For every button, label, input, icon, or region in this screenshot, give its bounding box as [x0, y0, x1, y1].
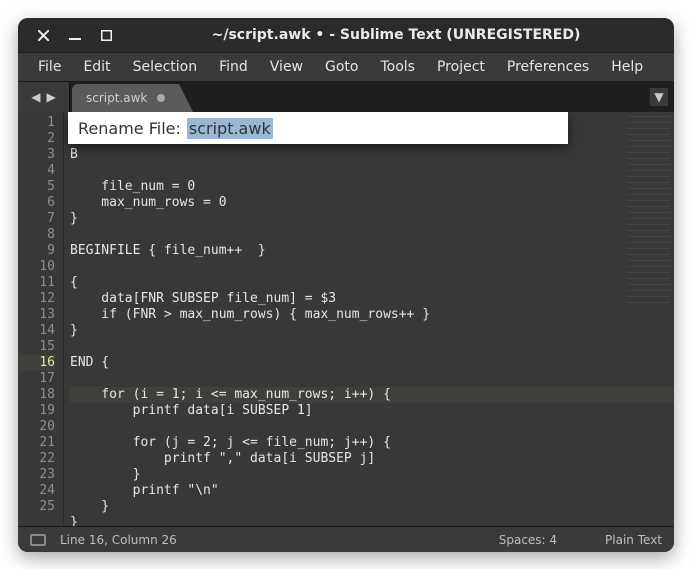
gutter-line-number: 15 [18, 339, 55, 355]
code-line[interactable]: END { [70, 355, 674, 371]
menu-project[interactable]: Project [427, 55, 495, 79]
nav-forward-icon[interactable]: ▶ [47, 90, 56, 104]
code-view[interactable]: B file_num = 0 max_num_rows = 0} BEGINFIL… [64, 112, 674, 526]
gutter-line-number: 9 [18, 243, 55, 259]
code-line[interactable]: { [70, 275, 674, 291]
code-line[interactable]: } [70, 211, 674, 227]
gutter-line-number: 20 [18, 419, 55, 435]
code-line[interactable]: } [70, 323, 674, 339]
code-line[interactable] [70, 259, 674, 275]
code-line[interactable]: } [70, 467, 674, 483]
gutter-line-number: 16 [18, 355, 55, 371]
panel-switcher-icon[interactable] [30, 534, 46, 546]
gutter-line-number: 8 [18, 227, 55, 243]
code-line[interactable]: for (i = 1; i <= max_num_rows; i++) { [70, 387, 674, 403]
tab-script-awk[interactable]: script.awk [72, 84, 179, 112]
rename-prompt-input[interactable]: script.awk [187, 118, 273, 139]
tab-label: script.awk [86, 91, 147, 105]
menu-help[interactable]: Help [601, 55, 653, 79]
code-line[interactable] [70, 163, 674, 179]
code-line[interactable] [70, 227, 674, 243]
code-line[interactable]: B [70, 147, 674, 163]
menu-preferences[interactable]: Preferences [497, 55, 599, 79]
code-line[interactable] [70, 419, 674, 435]
statusbar: Line 16, Column 26 Spaces: 4 Plain Text [18, 526, 674, 552]
menu-goto[interactable]: Goto [315, 55, 368, 79]
tab-dirty-indicator-icon [157, 94, 165, 102]
tabbar: ◀ ▶ script.awk ▼ [18, 82, 674, 112]
gutter: 1234567891011121314151617181920212223242… [18, 112, 64, 526]
gutter-line-number: 12 [18, 291, 55, 307]
status-syntax[interactable]: Plain Text [605, 533, 662, 547]
gutter-line-number: 10 [18, 259, 55, 275]
editor-area: 1234567891011121314151617181920212223242… [18, 112, 674, 526]
code-line[interactable]: } [70, 515, 674, 526]
menu-tools[interactable]: Tools [370, 55, 425, 79]
gutter-line-number: 7 [18, 211, 55, 227]
gutter-line-number: 19 [18, 403, 55, 419]
nav-arrows: ◀ ▶ [18, 82, 70, 112]
status-indentation[interactable]: Spaces: 4 [499, 533, 557, 547]
menu-selection[interactable]: Selection [123, 55, 208, 79]
code-line[interactable] [70, 371, 674, 387]
menu-edit[interactable]: Edit [73, 55, 120, 79]
gutter-line-number: 25 [18, 499, 55, 515]
minimize-icon[interactable] [69, 30, 81, 41]
code-line[interactable]: printf "\n" [70, 483, 674, 499]
code-line[interactable]: file_num = 0 [70, 179, 674, 195]
gutter-line-number: 1 [18, 115, 55, 131]
maximize-icon[interactable] [101, 30, 112, 41]
gutter-line-number: 21 [18, 435, 55, 451]
code-line[interactable] [70, 339, 674, 355]
nav-back-icon[interactable]: ◀ [31, 90, 40, 104]
code-line[interactable]: printf data[i SUBSEP 1] [70, 403, 674, 419]
close-icon[interactable] [38, 30, 49, 41]
gutter-line-number: 22 [18, 451, 55, 467]
gutter-line-number: 11 [18, 275, 55, 291]
app-window: ~/script.awk • - Sublime Text (UNREGISTE… [18, 18, 674, 552]
code-line[interactable]: } [70, 499, 674, 515]
minimap[interactable] [628, 116, 670, 306]
code-line[interactable]: for (j = 2; j <= file_num; j++) { [70, 435, 674, 451]
code-line[interactable]: printf "," data[i SUBSEP j] [70, 451, 674, 467]
code-line[interactable]: if (FNR > max_num_rows) { max_num_rows++… [70, 307, 674, 323]
gutter-line-number: 17 [18, 371, 55, 387]
gutter-line-number: 2 [18, 131, 55, 147]
gutter-line-number: 24 [18, 483, 55, 499]
tab-dropdown-icon[interactable]: ▼ [650, 88, 668, 106]
titlebar: ~/script.awk • - Sublime Text (UNREGISTE… [18, 18, 674, 52]
rename-prompt-label: Rename File: [78, 119, 181, 138]
gutter-line-number: 6 [18, 195, 55, 211]
menubar: File Edit Selection Find View Goto Tools… [18, 52, 674, 82]
code-line[interactable]: data[FNR SUBSEP file_num] = $3 [70, 291, 674, 307]
rename-file-prompt: Rename File: script.awk [68, 112, 568, 144]
gutter-line-number: 4 [18, 163, 55, 179]
gutter-line-number: 18 [18, 387, 55, 403]
gutter-line-number: 13 [18, 307, 55, 323]
code-line[interactable]: max_num_rows = 0 [70, 195, 674, 211]
gutter-line-number: 14 [18, 323, 55, 339]
gutter-line-number: 23 [18, 467, 55, 483]
code-line[interactable]: BEGINFILE { file_num++ } [70, 243, 674, 259]
menu-view[interactable]: View [260, 55, 313, 79]
status-position[interactable]: Line 16, Column 26 [60, 533, 177, 547]
menu-file[interactable]: File [28, 55, 71, 79]
menu-find[interactable]: Find [209, 55, 258, 79]
gutter-line-number: 3 [18, 147, 55, 163]
gutter-line-number: 5 [18, 179, 55, 195]
window-title: ~/script.awk • - Sublime Text (UNREGISTE… [118, 27, 674, 43]
